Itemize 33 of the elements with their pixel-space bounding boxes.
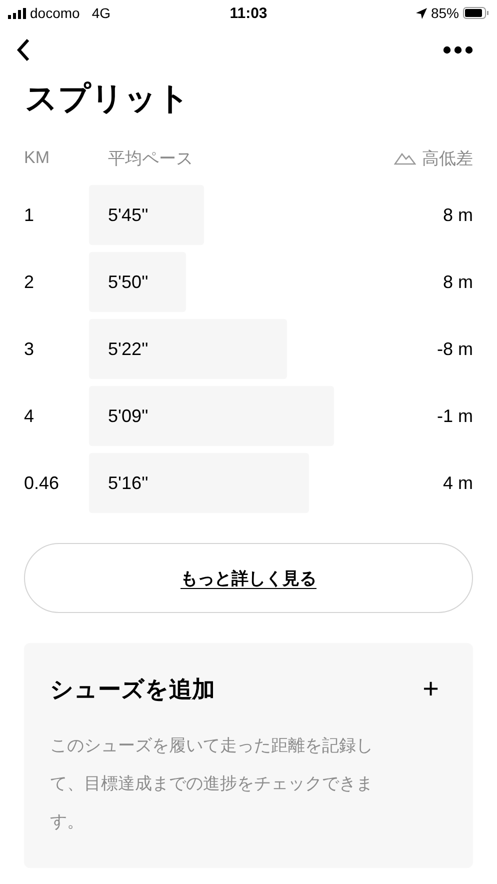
elevation-value: 8 m [442,204,473,226]
carrier-name: docomo [30,5,80,21]
km-value: 0.46 [24,472,60,494]
clock-time: 11:03 [230,4,268,22]
km-value: 3 [24,338,36,360]
signal-icon [8,8,26,18]
location-arrow-icon [416,8,427,18]
elevation-value: 8 m [442,272,473,292]
column-header: KM [24,148,50,168]
add-button[interactable]: + [414,673,447,705]
card-title: シューズを追加 [50,676,215,704]
km-value: 1 [24,204,36,226]
more-button[interactable] [441,44,475,56]
pace-value: 5'16'' [108,472,148,494]
network-type: 4G [92,5,110,21]
back-button[interactable] [14,36,32,64]
pace-value: 5'45'' [108,204,148,226]
card-description: このシューズを履いて走った距離を記録して、目標達成までの進捗をチェックできます。 [50,735,374,833]
elevation-value: 4 m [442,472,473,494]
column-header: 高低差 [422,148,473,170]
page-title: スプリット [25,78,191,118]
km-value: 2 [24,272,36,292]
column-header: 平均ペース [108,148,194,170]
battery-icon [462,7,489,19]
km-value: 4 [24,406,36,426]
mountain-icon [394,151,416,165]
pace-value: 5'09'' [108,406,148,426]
pace-value: 5'22'' [108,338,148,360]
pace-value: 5'50'' [108,272,148,292]
elevation-value: -1 m [436,406,473,426]
elevation-value: -8 m [436,338,473,360]
details-button[interactable]: もっと詳しく見る [24,543,473,613]
battery-percent: 85% [430,5,459,21]
